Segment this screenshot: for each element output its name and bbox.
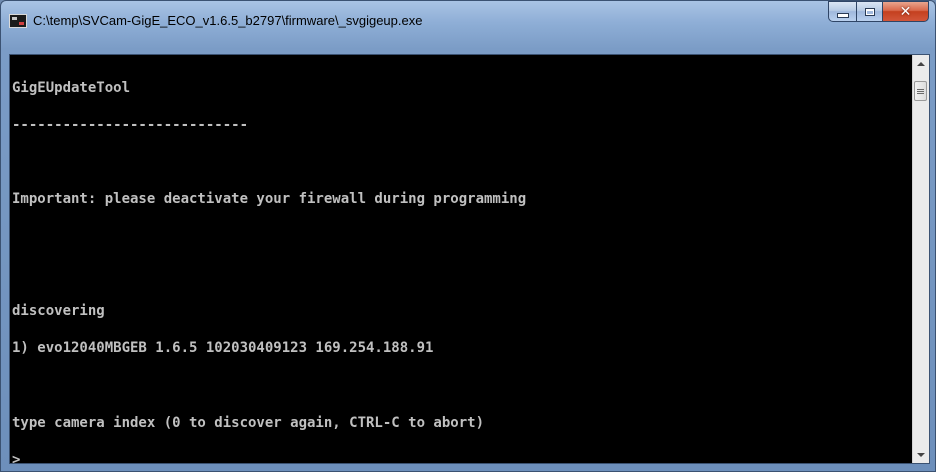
scroll-down-arrow-icon [917,452,925,457]
grip-line [917,88,924,90]
maximize-icon [864,7,875,16]
minimize-button[interactable] [828,1,856,22]
maximize-button[interactable] [856,1,882,22]
title-bar[interactable]: C:\temp\SVCam-GigE_ECO_v1.6.5_b2797\firm… [1,1,935,45]
scroll-down-button[interactable] [913,446,929,463]
close-icon: ✕ [899,3,912,20]
scroll-up-button[interactable] [913,55,929,72]
grip-line [917,90,924,92]
scroll-up-arrow-icon [917,61,925,66]
console-line: ---------------------------- [12,117,249,134]
close-button[interactable]: ✕ [882,1,929,22]
console-window: C:\temp\SVCam-GigE_ECO_v1.6.5_b2797\firm… [0,0,936,472]
console-output[interactable]: GigEUpdateTool -------------------------… [10,55,913,463]
scrollbar-thumb[interactable] [914,81,927,101]
minimize-icon [836,13,849,18]
window-title: C:\temp\SVCam-GigE_ECO_v1.6.5_b2797\firm… [33,13,423,28]
console-app-icon[interactable] [9,14,27,28]
console-line: 1) evo12040MBGEB 1.6.5 102030409123 169.… [12,340,434,357]
grip-line [917,92,924,94]
console-line: discovering [12,303,105,320]
console-line: Important: please deactivate your firewa… [12,191,527,208]
console-prompt: > [12,451,21,463]
console-line: GigEUpdateTool [12,79,131,96]
caption-buttons: ✕ [828,1,929,23]
console-line: type camera index (0 to discover again, … [12,414,485,431]
console-area[interactable]: GigEUpdateTool -------------------------… [9,54,930,464]
vertical-scrollbar[interactable] [912,55,929,463]
